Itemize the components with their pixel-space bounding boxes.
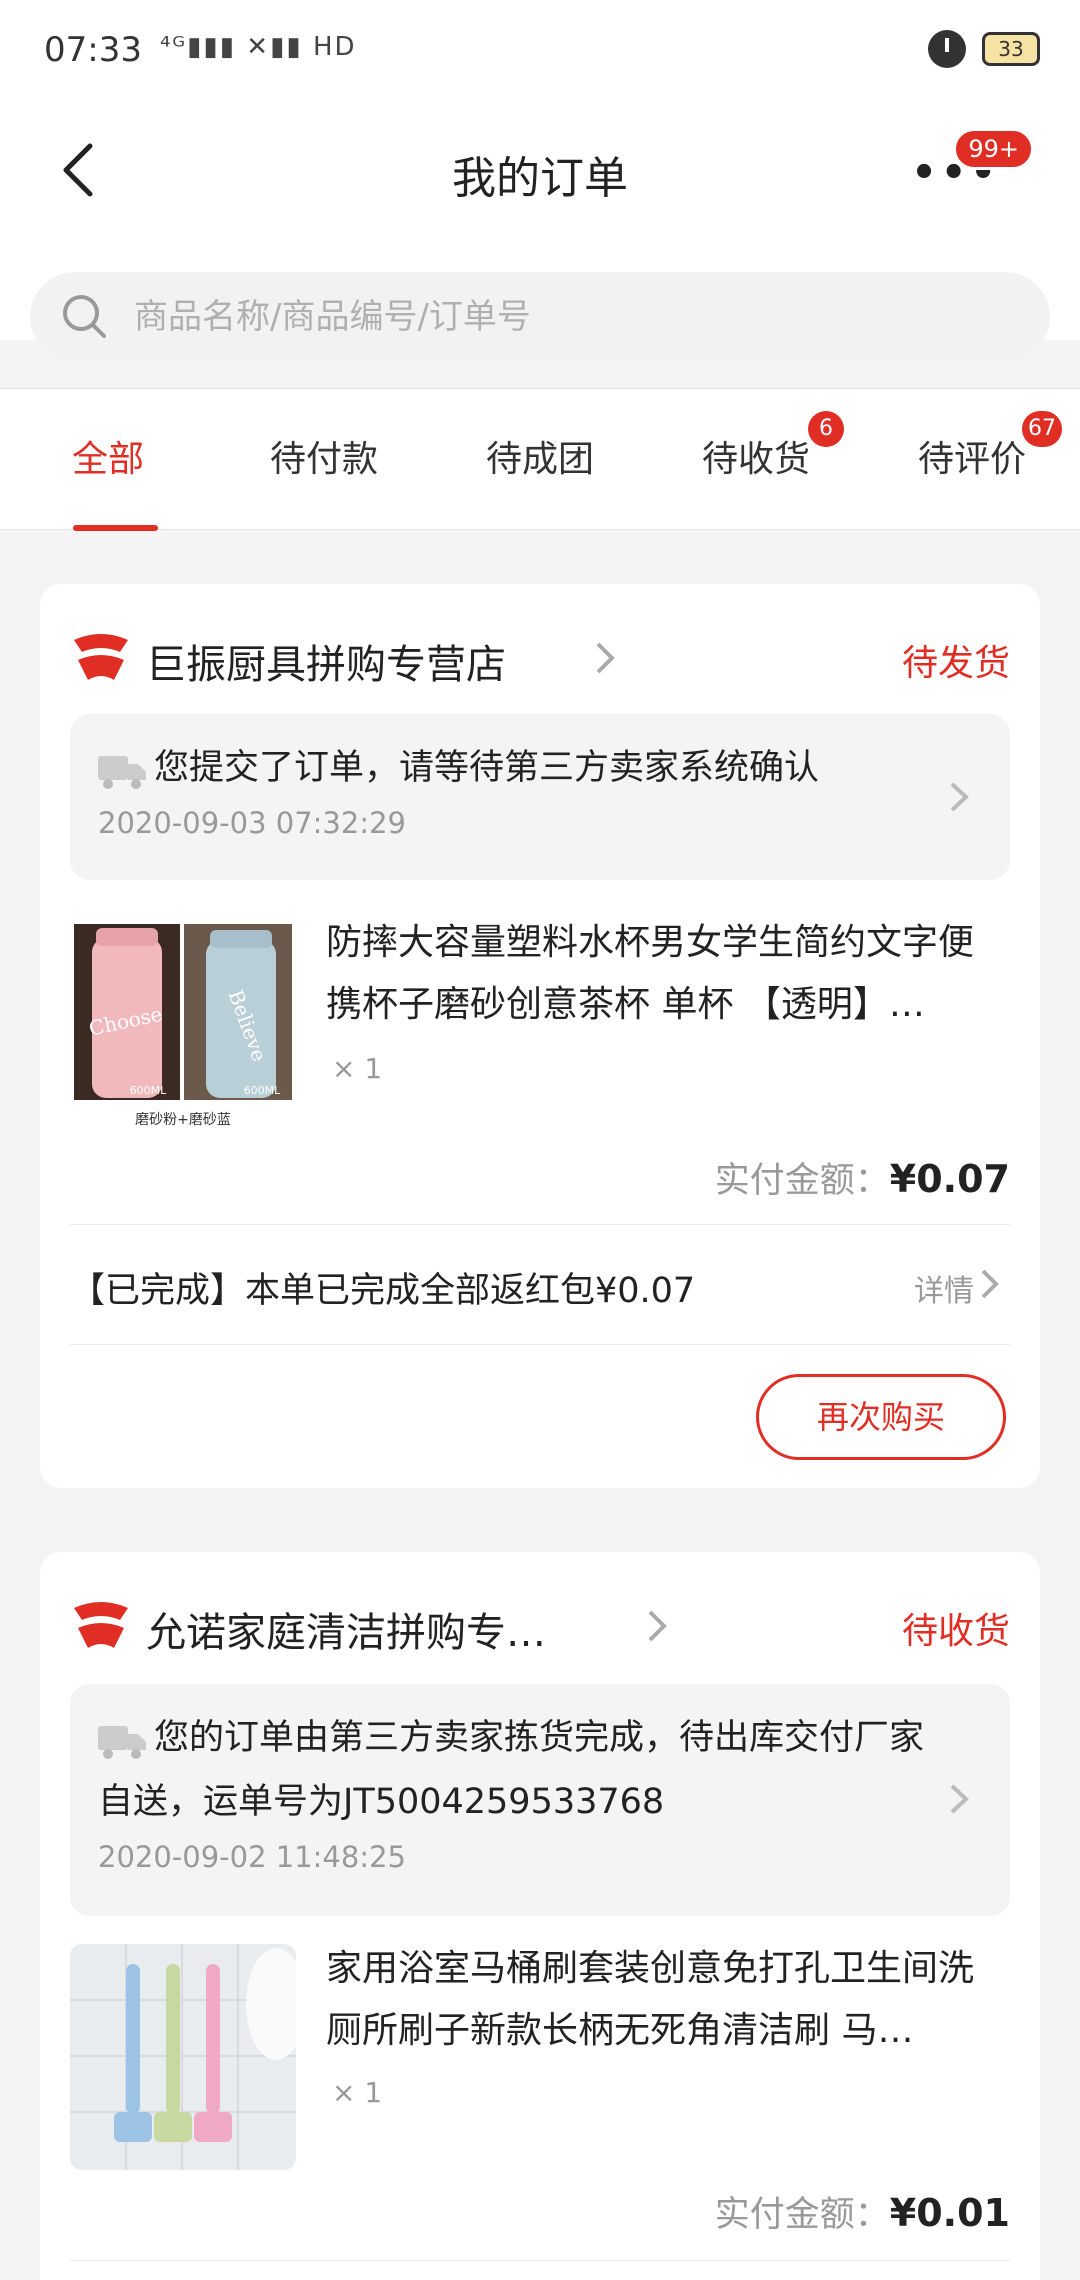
- shop-name: 允诺家庭清洁拼购专…: [146, 1610, 546, 1656]
- payment-label: 实付金额：: [714, 2195, 890, 2235]
- product-image-cups: Choose Believe 600ML 600ML 磨砂粉+磨砂蓝: [70, 918, 296, 1144]
- divider: [70, 1344, 1010, 1345]
- tab-badge: 6: [808, 411, 844, 447]
- status-bar: 07:33 ⁴ᴳ▮▮▮ ✕▮▮ HD 33: [0, 0, 1080, 100]
- payment-amount: ¥0.01: [889, 2191, 1010, 2235]
- tab-badge: 67: [1022, 411, 1062, 447]
- search-input[interactable]: [134, 272, 1014, 362]
- product-image[interactable]: [70, 1944, 296, 2170]
- chevron-right-icon[interactable]: [980, 1268, 1000, 1300]
- order-status: 待发货: [901, 643, 1010, 684]
- battery-icon: 33: [982, 32, 1040, 66]
- tab-pending-group[interactable]: 待成团: [440, 389, 640, 531]
- tab-pending-payment[interactable]: 待付款: [224, 389, 424, 531]
- notice-text: 您提交了订单，请等待第三方卖家系统确认: [154, 748, 820, 788]
- product-quantity: × 1: [332, 2076, 383, 2109]
- tab-active-indicator: [73, 525, 158, 531]
- more-badge: 99+: [953, 128, 1034, 170]
- tab-label: 全部: [71, 439, 144, 480]
- logistics-notice[interactable]: 您提交了订单，请等待第三方卖家系统确认 2020-09-03 07:32:29: [70, 714, 1010, 880]
- divider: [70, 2260, 1010, 2261]
- notice-text: 您的订单由第三方卖家拣货完成，待出库交付厂家自送，运单号为JT500425953…: [98, 1718, 925, 1822]
- search-bar[interactable]: [30, 272, 1050, 362]
- status-time: 07:33: [44, 30, 142, 70]
- chevron-right-icon: [596, 642, 615, 674]
- chevron-right-icon: [950, 782, 969, 812]
- capacity-label: 600ML: [130, 1084, 167, 1097]
- shop-row[interactable]: 巨振厨具拼购专营店 待发货: [70, 624, 1010, 694]
- shop-logo-icon: [74, 634, 128, 680]
- shop-name: 巨振厨具拼购专营店: [146, 642, 506, 688]
- notice-time: 2020-09-03 07:32:29: [98, 806, 406, 840]
- payment-row: 实付金额：¥0.07: [715, 1152, 1010, 1203]
- divider: [70, 1224, 1010, 1225]
- order-card[interactable]: 允诺家庭清洁拼购专… 待收货 您的订单由第三方卖家拣货完成，待出库交付厂家自送，…: [40, 1552, 1040, 2280]
- notice-time: 2020-09-02 11:48:25: [98, 1840, 406, 1874]
- product-image-brushes: [70, 1944, 296, 2170]
- payment-label: 实付金额：: [714, 1161, 890, 1201]
- chevron-right-icon: [648, 1610, 667, 1642]
- tab-label: 待收货: [701, 439, 810, 480]
- rebate-info: 【已完成】本单已完成全部返红包¥0.07: [70, 1271, 696, 1311]
- payment-row: 实付金额：¥0.01: [715, 2186, 1010, 2237]
- header: 我的订单 ••• 99+: [0, 100, 1080, 362]
- payment-amount: ¥0.07: [889, 1157, 1010, 1201]
- tab-pending-receipt[interactable]: 待收货 6: [656, 389, 856, 531]
- product-title[interactable]: 家用浴室马桶刷套装创意免打孔卫生间洗厕所刷子新款长柄无死角清洁刷 马…: [326, 1938, 1006, 2062]
- tab-label: 待评价: [917, 439, 1026, 480]
- buy-again-button[interactable]: 再次购买: [756, 1374, 1006, 1460]
- rebate-detail-link[interactable]: 详情: [914, 1266, 974, 1310]
- tab-label: 待付款: [269, 439, 378, 480]
- shop-row[interactable]: 允诺家庭清洁拼购专… 待收货: [70, 1592, 1010, 1662]
- shop-logo-icon: [74, 1602, 128, 1648]
- product-quantity: × 1: [332, 1052, 383, 1085]
- capacity-label: 600ML: [244, 1084, 281, 1097]
- order-tabs: 全部 待付款 待成团 待收货 6 待评价 67: [0, 388, 1080, 531]
- product-variant-caption: 磨砂粉+磨砂蓝: [135, 1112, 231, 1128]
- tab-all[interactable]: 全部: [8, 389, 208, 531]
- order-status: 待收货: [901, 1611, 1010, 1652]
- product-title[interactable]: 防摔大容量塑料水杯男女学生简约文字便携杯子磨砂创意茶杯 单杯 【透明】…: [326, 912, 1006, 1036]
- search-icon: [63, 295, 106, 338]
- order-card[interactable]: 巨振厨具拼购专营店 待发货 您提交了订单，请等待第三方卖家系统确认 2020-0…: [40, 584, 1040, 1488]
- status-icons: 33: [928, 30, 1040, 68]
- tab-pending-review[interactable]: 待评价 67: [872, 389, 1072, 531]
- chevron-right-icon: [950, 1784, 969, 1814]
- logistics-notice[interactable]: 您的订单由第三方卖家拣货完成，待出库交付厂家自送，运单号为JT500425953…: [70, 1684, 1010, 1916]
- product-image[interactable]: Choose Believe 600ML 600ML 磨砂粉+磨砂蓝: [70, 918, 296, 1144]
- network-indicator: ⁴ᴳ▮▮▮ ✕▮▮ HD: [160, 32, 357, 62]
- tab-label: 待成团: [485, 439, 594, 480]
- alarm-icon: [928, 30, 966, 68]
